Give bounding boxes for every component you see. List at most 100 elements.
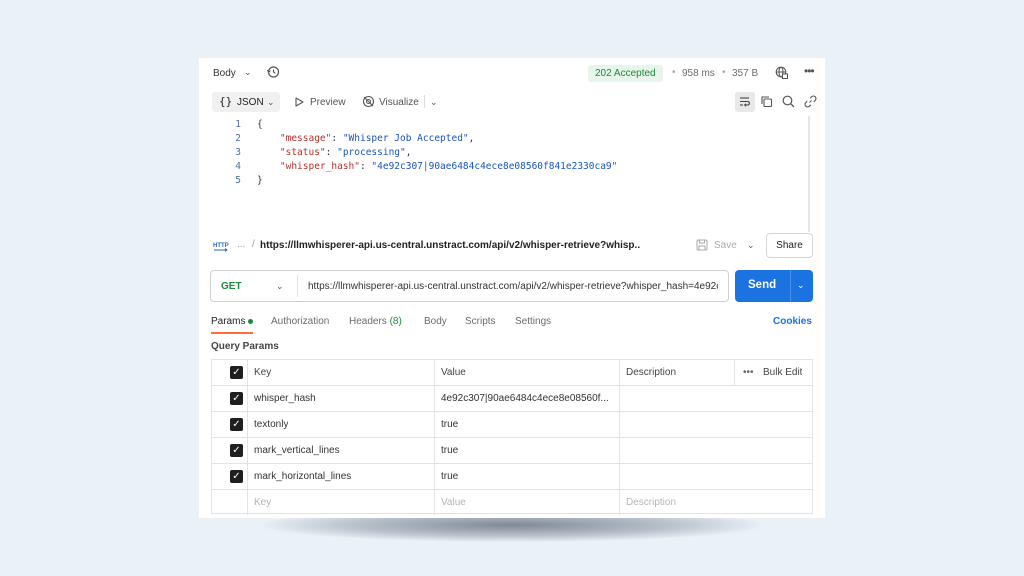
code-line: 2 "message": "Whisper Job Accepted", <box>199 133 799 147</box>
table-row: ✓ mark_vertical_lines true <box>212 438 812 464</box>
json-key: "whisper_hash" <box>279 161 360 172</box>
postman-panel: Body ⌄ 202 Accepted • 958 ms • 357 B •••… <box>199 58 825 518</box>
line-number: 3 <box>235 147 241 158</box>
code-text: { <box>257 119 263 130</box>
url-divider <box>297 275 298 297</box>
json-key: "message" <box>279 133 332 144</box>
json-value: "Whisper Job Accepted" <box>342 133 469 144</box>
vertical-scrollbar[interactable] <box>808 116 810 232</box>
chevron-down-icon[interactable]: ⌄ <box>797 280 805 291</box>
wrap-lines-icon <box>740 97 750 107</box>
copy-icon[interactable] <box>759 94 774 109</box>
format-dropdown[interactable]: {} JSON ⌄ <box>212 92 280 112</box>
param-value[interactable]: true <box>441 438 458 464</box>
code-text: "status": "processing", <box>279 147 412 158</box>
save-button[interactable]: Save <box>714 240 737 251</box>
column-header-description: Description <box>626 367 677 378</box>
table-row: ✓ mark_horizontal_lines true <box>212 464 812 490</box>
code-text: "whisper_hash": "4e92c307|90ae6484c4ece8… <box>279 161 618 172</box>
visualize-tab[interactable]: Visualize <box>379 97 419 108</box>
line-number: 5 <box>235 175 241 186</box>
response-body-dropdown[interactable]: Body <box>213 68 236 79</box>
select-all-checkbox[interactable]: ✓ <box>230 366 243 379</box>
response-bar: Body ⌄ 202 Accepted • 958 ms • 357 B ••• <box>199 58 825 88</box>
tab-authorization[interactable]: Authorization <box>271 316 329 327</box>
http-request-icon: HTTP <box>213 243 229 252</box>
send-divider <box>790 270 791 302</box>
new-description-input[interactable]: Description <box>626 490 676 516</box>
more-options-icon[interactable]: ••• <box>743 360 754 386</box>
param-checkbox[interactable]: ✓ <box>230 444 243 457</box>
more-options-icon[interactable]: ••• <box>804 64 815 78</box>
code-line: 5 } <box>199 175 799 189</box>
param-key[interactable]: mark_vertical_lines <box>254 438 340 464</box>
chevron-down-icon[interactable]: ⌄ <box>244 67 252 78</box>
param-value[interactable]: true <box>441 412 458 438</box>
play-icon <box>295 97 304 107</box>
json-value: "processing" <box>337 147 406 158</box>
column-header-key: Key <box>254 367 272 378</box>
tab-scripts[interactable]: Scripts <box>465 316 496 327</box>
code-line: 1 { <box>199 119 799 133</box>
save-icon <box>696 239 708 251</box>
new-value-input[interactable]: Value <box>441 490 466 516</box>
svg-text:HTTP: HTTP <box>213 243 229 249</box>
url-input[interactable]: https://llmwhisperer-api.us-central.unst… <box>308 281 718 292</box>
line-number: 4 <box>235 161 241 172</box>
breadcrumb-separator: / <box>252 239 255 250</box>
method-select[interactable]: GET <box>221 281 242 292</box>
bulk-edit-button[interactable]: Bulk Edit <box>763 360 802 386</box>
param-key[interactable]: mark_horizontal_lines <box>254 464 351 490</box>
code-text: "message": "Whisper Job Accepted", <box>279 133 475 144</box>
table-row: ✓ whisper_hash 4e92c307|90ae6484c4ece8e0… <box>212 386 812 412</box>
network-globe-icon[interactable] <box>775 66 788 79</box>
tab-headers[interactable]: Headers (8) <box>349 316 402 327</box>
param-checkbox[interactable]: ✓ <box>230 470 243 483</box>
cookies-link[interactable]: Cookies <box>773 316 812 327</box>
param-value[interactable]: 4e92c307|90ae6484c4ece8e08560f... <box>441 386 617 412</box>
param-value[interactable]: true <box>441 464 458 490</box>
response-time[interactable]: 958 ms <box>682 68 715 79</box>
query-params-title: Query Params <box>211 341 279 352</box>
breadcrumb-collapsed[interactable]: ... <box>237 239 245 250</box>
new-key-input[interactable]: Key <box>254 490 271 516</box>
toolbar-divider <box>424 95 425 108</box>
tab-settings[interactable]: Settings <box>515 316 551 327</box>
separator-dot: • <box>722 67 726 78</box>
json-key: "status" <box>279 147 326 158</box>
line-number: 1 <box>235 119 241 130</box>
table-header-row: ✓ Key Value Description ••• Bulk Edit <box>212 360 812 386</box>
active-indicator-dot <box>248 318 254 324</box>
active-tab-underline <box>211 332 253 334</box>
send-button[interactable]: Send ⌄ <box>735 270 813 302</box>
param-key[interactable]: whisper_hash <box>254 386 316 412</box>
preview-tab[interactable]: Preview <box>310 97 346 108</box>
separator-dot: • <box>672 67 676 78</box>
chevron-down-icon[interactable]: ⌄ <box>430 97 438 108</box>
tab-params[interactable]: Params <box>211 316 254 327</box>
param-checkbox[interactable]: ✓ <box>230 418 243 431</box>
share-button[interactable]: Share <box>766 233 813 258</box>
braces-icon: {} <box>219 95 233 108</box>
send-label: Send <box>748 279 777 291</box>
code-line: 3 "status": "processing", <box>199 147 799 161</box>
param-key[interactable]: textonly <box>254 412 288 438</box>
history-icon[interactable] <box>266 65 280 79</box>
response-size[interactable]: 357 B <box>732 68 758 79</box>
link-icon[interactable] <box>803 94 818 109</box>
code-line: 4 "whisper_hash": "4e92c307|90ae6484c4ec… <box>199 161 799 175</box>
chevron-down-icon[interactable]: ⌄ <box>747 240 755 251</box>
tab-body[interactable]: Body <box>424 316 447 327</box>
status-badge[interactable]: 202 Accepted <box>588 65 663 82</box>
line-number: 2 <box>235 133 241 144</box>
search-icon[interactable] <box>781 94 796 109</box>
code-text: } <box>257 175 263 186</box>
chevron-down-icon[interactable]: ⌄ <box>276 281 284 292</box>
headers-count: (8) <box>389 316 402 327</box>
param-checkbox[interactable]: ✓ <box>230 392 243 405</box>
json-value: "4e92c307|90ae6484c4ece8e08560f841e2330c… <box>371 161 618 172</box>
request-name[interactable]: https://llmwhisperer-api.us-central.unst… <box>260 240 640 251</box>
visualize-icon <box>362 95 375 108</box>
query-params-table: ✓ Key Value Description ••• Bulk Edit ✓ … <box>211 359 813 516</box>
format-label: JSON <box>237 97 264 108</box>
